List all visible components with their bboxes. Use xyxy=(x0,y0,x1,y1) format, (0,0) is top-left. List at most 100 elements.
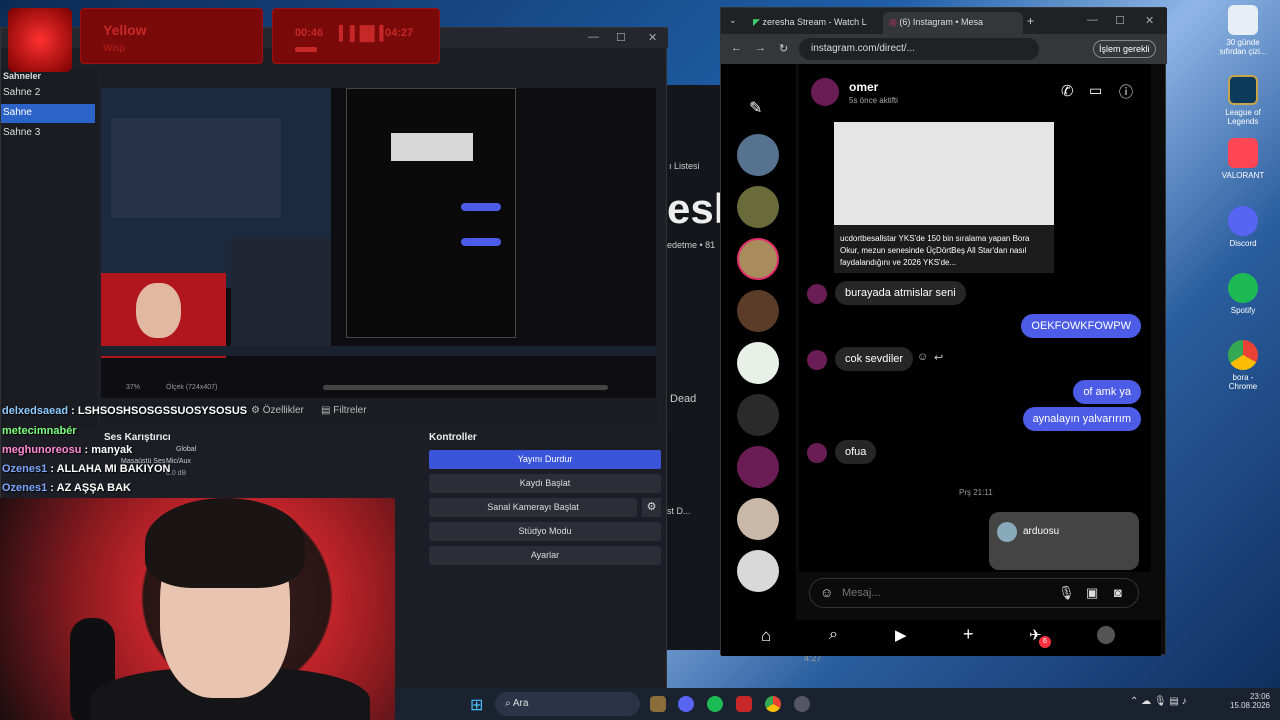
strip-list-label: ı Listesi xyxy=(669,161,700,171)
reload-icon[interactable]: ↻ xyxy=(779,42,788,55)
message-bubble-in[interactable]: ofua xyxy=(835,440,877,464)
message-input[interactable] xyxy=(842,584,1032,602)
new-tab-icon[interactable]: + xyxy=(1027,14,1034,28)
address-bar-row: ← → ↻ instagram.com/direct/... İşlem ger… xyxy=(721,34,1167,64)
strip-edetme: edetme • 81 xyxy=(667,240,716,250)
desktop-icon-discord[interactable]: Discord xyxy=(1218,206,1268,248)
chat-message: Ozenes1 : AZ AŞŞA BAK xyxy=(2,482,131,494)
shared-post-caption[interactable]: ucdortbesallstar YKS'de 150 bin sıralama… xyxy=(834,225,1054,273)
filters-button[interactable]: ▤ Filtreler xyxy=(321,405,367,416)
shared-post-image[interactable] xyxy=(834,122,1054,225)
forward-icon[interactable]: → xyxy=(755,42,766,54)
message-bubble-out[interactable]: of amk ya xyxy=(1073,380,1141,404)
message-bubble-out[interactable]: OEKFOWKFOWPW xyxy=(1021,314,1141,338)
tab-search-icon[interactable]: ⌄ xyxy=(729,15,737,26)
studio-mode-button[interactable]: Stüdyo Modu xyxy=(429,522,661,541)
spotify-icon[interactable] xyxy=(707,696,723,712)
preview-scrollbar[interactable] xyxy=(323,385,608,390)
discord-icon[interactable] xyxy=(678,696,694,712)
maximize-icon[interactable]: ☐ xyxy=(616,31,626,44)
desktop-icon-chrome[interactable]: bora - Chrome xyxy=(1218,340,1268,391)
obs-icon[interactable] xyxy=(736,696,752,712)
home-icon[interactable]: ⌂ xyxy=(761,626,771,646)
taskbar-clock[interactable]: 23:06 15.08.2026 xyxy=(1220,692,1270,710)
webcam-hair xyxy=(145,498,305,588)
sticker-icon[interactable]: ◙ xyxy=(1114,585,1122,600)
message-composer[interactable]: ☺ 🎙 ▣ ◙ xyxy=(809,578,1139,608)
background-window-strip: ı Listesi esh edetme • 81 Dead st D... 4… xyxy=(667,85,822,663)
taskbar-search[interactable]: ⌕ Ara xyxy=(495,692,640,716)
dm-header: omer 5s önce aktifti ✆ ▭ ⓘ xyxy=(799,64,1151,122)
dm-avatar[interactable] xyxy=(737,186,779,228)
properties-button[interactable]: ⚙ Özellikler xyxy=(251,405,304,416)
close-icon[interactable]: ✕ xyxy=(648,31,657,44)
spotify-icon xyxy=(1228,273,1258,303)
dm-avatar[interactable] xyxy=(737,498,779,540)
message-bubble-in[interactable]: cok sevdiler xyxy=(835,347,914,371)
shared-reel[interactable]: arduosu xyxy=(989,512,1139,570)
dm-avatar[interactable] xyxy=(737,290,779,332)
message-bubble-in[interactable]: burayada atmislar seni xyxy=(835,281,966,305)
start-icon[interactable]: ⊞ xyxy=(470,695,483,715)
search-icon[interactable]: ⌕ xyxy=(829,626,838,644)
minimize-icon[interactable]: — xyxy=(1087,14,1098,26)
mixer-title: Ses Karıştırıcı xyxy=(104,432,171,443)
desktop-icon-valorant[interactable]: VALORANT xyxy=(1218,138,1268,180)
desktop-icon-league[interactable]: League of Legends xyxy=(1218,75,1268,126)
stop-stream-button[interactable]: Yayını Durdur xyxy=(429,450,661,469)
image-icon[interactable]: ▣ xyxy=(1086,585,1098,601)
chrome-icon[interactable] xyxy=(765,696,781,712)
dm-avatar[interactable] xyxy=(737,394,779,436)
preview-nested-taskbar xyxy=(101,346,656,356)
file-explorer-icon[interactable] xyxy=(650,696,666,712)
preview-canvas[interactable] xyxy=(101,88,656,398)
compose-icon[interactable]: ✎ xyxy=(749,98,762,118)
notification-badge: 6 xyxy=(1039,636,1051,648)
info-icon[interactable]: ⓘ xyxy=(1119,82,1133,102)
contact-avatar[interactable] xyxy=(811,78,839,106)
tab-zeresha-stream[interactable]: ◤ zeresha Stream - Watch L xyxy=(747,12,879,34)
dm-avatar[interactable] xyxy=(737,134,779,176)
message-bubble-out[interactable]: aynalayın yalvarırım xyxy=(1022,407,1141,431)
dm-avatar-active[interactable] xyxy=(737,446,779,488)
twitch-icon: ◤ xyxy=(753,17,760,27)
minimize-icon[interactable]: — xyxy=(588,31,599,43)
phone-icon[interactable]: ✆ xyxy=(1061,82,1074,100)
desktop-icon-spotify[interactable]: Spotify xyxy=(1218,273,1268,315)
dm-avatar[interactable] xyxy=(737,238,779,280)
start-recording-button[interactable]: Kaydı Başlat xyxy=(429,474,661,493)
profile-avatar[interactable] xyxy=(1097,626,1115,644)
settings-icon[interactable] xyxy=(794,696,810,712)
dm-avatar[interactable] xyxy=(737,342,779,384)
reply-icon[interactable]: ↩ xyxy=(934,351,943,364)
close-icon[interactable]: ✕ xyxy=(1145,14,1154,27)
desktop-icon-label: VALORANT xyxy=(1221,171,1265,180)
scene-item-sahne-3[interactable]: Sahne 3 xyxy=(1,124,95,143)
clock-time: 23:06 xyxy=(1249,692,1270,701)
virtual-camera-settings-icon[interactable]: ⚙ xyxy=(642,498,661,517)
desktop-icon-document[interactable]: 30 günde sıfırdan çizi... xyxy=(1218,5,1268,56)
url-input[interactable]: instagram.com/direct/... xyxy=(799,38,1039,60)
back-icon[interactable]: ← xyxy=(731,42,742,54)
microphone-icon[interactable]: 🎙 xyxy=(1058,585,1075,601)
tray-icons[interactable]: ⌃ ☁ 🎙 ▤ ♪ xyxy=(1130,696,1187,707)
tab-instagram[interactable]: ◎ (6) Instagram • Mesa xyxy=(883,12,1023,34)
video-call-icon[interactable]: ▭ xyxy=(1089,82,1102,99)
maximize-icon[interactable]: ☐ xyxy=(1115,14,1125,27)
emoji-icon[interactable]: ☺ xyxy=(820,585,833,600)
controls-panel: Kontroller Yayını Durdur Kaydı Başlat Sa… xyxy=(426,428,666,693)
scene-item-sahne[interactable]: Sahne xyxy=(1,104,95,123)
desktop-icon-label: 30 günde sıfırdan çizi... xyxy=(1219,38,1267,56)
dm-avatar[interactable] xyxy=(737,550,779,592)
scenes-panel: Sahneler Sahne 2 Sahne Sahne 3 xyxy=(1,68,97,428)
action-required-button[interactable]: İşlem gerekli xyxy=(1093,40,1156,58)
react-emoji-icon[interactable]: ☺ xyxy=(917,351,928,363)
scene-item-sahne-2[interactable]: Sahne 2 xyxy=(1,84,95,103)
contact-name[interactable]: omer xyxy=(849,80,878,94)
webcam-feed xyxy=(0,498,395,720)
desktop-icon-label: bora - Chrome xyxy=(1228,373,1258,391)
reels-icon[interactable]: ▶ xyxy=(895,626,907,644)
start-virtual-camera-button[interactable]: Sanal Kamerayı Başlat xyxy=(429,498,637,517)
create-icon[interactable]: + xyxy=(963,624,974,645)
settings-button[interactable]: Ayarlar xyxy=(429,546,661,565)
